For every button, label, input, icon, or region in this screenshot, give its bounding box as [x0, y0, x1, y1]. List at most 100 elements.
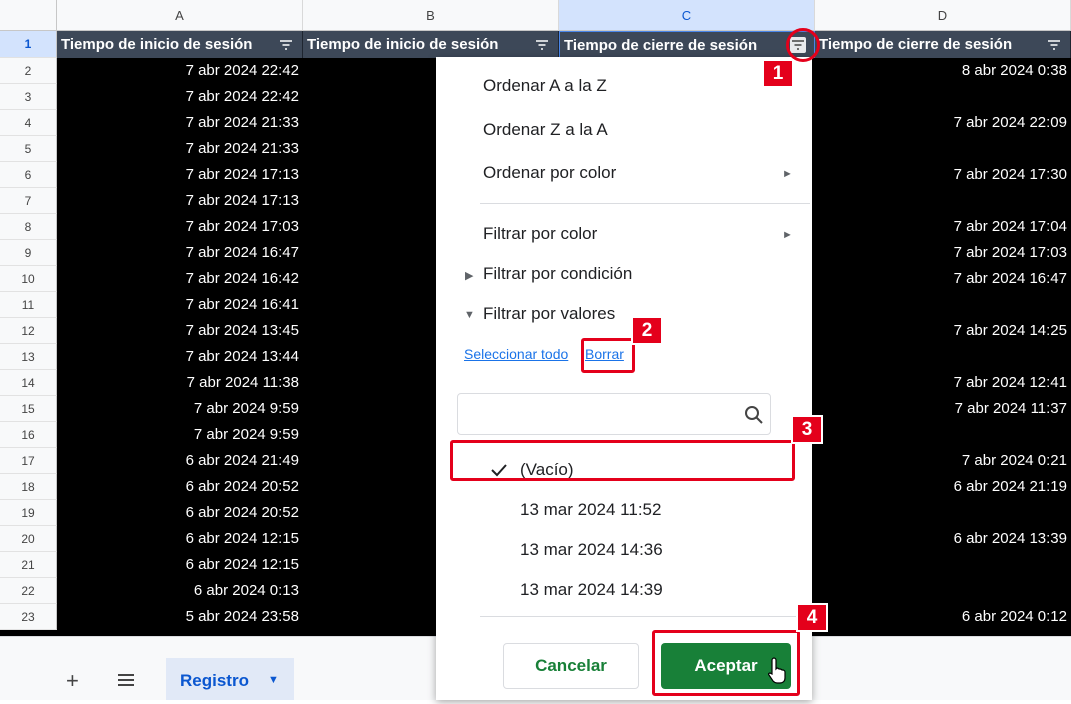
row-header[interactable]: 10: [0, 266, 57, 292]
row-header[interactable]: 6: [0, 162, 57, 188]
row-header[interactable]: 19: [0, 500, 57, 526]
row-header[interactable]: 20: [0, 526, 57, 552]
row-header[interactable]: 2: [0, 58, 57, 84]
cell-logout-time[interactable]: [815, 292, 1071, 318]
row-header[interactable]: 4: [0, 110, 57, 136]
filter-icon[interactable]: [278, 37, 294, 53]
expand-arrow-icon[interactable]: ▶: [465, 269, 473, 282]
cell-login-time[interactable]: 7 abr 2024 21:33: [57, 110, 303, 136]
caret-down-icon[interactable]: ▼: [268, 657, 279, 703]
filter-by-color-item[interactable]: Filtrar por color: [483, 224, 597, 244]
cell-login-time[interactable]: 6 abr 2024 12:15: [57, 526, 303, 552]
filter-icon[interactable]: [534, 37, 550, 53]
cell-logout-time[interactable]: [815, 422, 1071, 448]
cell-login-time[interactable]: 7 abr 2024 17:13: [57, 188, 303, 214]
cell-login-time[interactable]: 6 abr 2024 0:13: [57, 578, 303, 604]
cell-login-time[interactable]: 6 abr 2024 20:52: [57, 500, 303, 526]
filter-by-values-item[interactable]: Filtrar por valores: [483, 304, 615, 324]
cell-login-time[interactable]: 7 abr 2024 9:59: [57, 422, 303, 448]
cell-logout-time[interactable]: 7 abr 2024 22:09: [815, 110, 1071, 136]
sort-az-item[interactable]: Ordenar A a la Z: [483, 76, 607, 96]
cell-logout-time[interactable]: 6 abr 2024 21:19: [815, 474, 1071, 500]
row-header[interactable]: 22: [0, 578, 57, 604]
cell-logout-time[interactable]: 7 abr 2024 14:25: [815, 318, 1071, 344]
header-cell-c[interactable]: Tiempo de cierre de sesión: [559, 31, 815, 58]
filter-by-condition-item[interactable]: Filtrar por condición: [483, 264, 632, 284]
column-header-a[interactable]: A: [57, 0, 303, 31]
cell-logout-time[interactable]: [815, 84, 1071, 110]
sort-za-item[interactable]: Ordenar Z a la A: [483, 120, 608, 140]
cell-login-time[interactable]: 7 abr 2024 17:13: [57, 162, 303, 188]
sort-by-color-item[interactable]: Ordenar por color: [483, 163, 616, 183]
cell-logout-time[interactable]: 7 abr 2024 11:37: [815, 396, 1071, 422]
header-cell-a[interactable]: Tiempo de inicio de sesión: [57, 31, 303, 58]
cell-logout-time[interactable]: 6 abr 2024 13:39: [815, 526, 1071, 552]
cell-login-time[interactable]: 7 abr 2024 22:42: [57, 58, 303, 84]
select-all-corner[interactable]: [0, 0, 57, 31]
cell-login-time[interactable]: 6 abr 2024 21:49: [57, 448, 303, 474]
cell-login-time[interactable]: 7 abr 2024 21:33: [57, 136, 303, 162]
column-header-c[interactable]: C: [559, 0, 815, 31]
filter-value-option[interactable]: 13 mar 2024 14:36: [436, 530, 812, 570]
row-header[interactable]: 11: [0, 292, 57, 318]
add-sheet-button[interactable]: +: [66, 668, 79, 694]
cell-logout-time[interactable]: 7 abr 2024 17:30: [815, 162, 1071, 188]
annotation-box-3: [450, 440, 795, 481]
row-header[interactable]: 15: [0, 396, 57, 422]
row-header[interactable]: 13: [0, 344, 57, 370]
value-search-input[interactable]: [457, 393, 771, 435]
all-sheets-menu-icon[interactable]: [116, 672, 136, 688]
row-header[interactable]: 21: [0, 552, 57, 578]
row-header[interactable]: 18: [0, 474, 57, 500]
cell-logout-time[interactable]: [815, 136, 1071, 162]
cell-logout-time[interactable]: 6 abr 2024 0:12: [815, 604, 1071, 630]
header-cell-b[interactable]: Tiempo de inicio de sesión: [303, 31, 559, 58]
cell-login-time[interactable]: 6 abr 2024 12:15: [57, 552, 303, 578]
cell-login-time[interactable]: 7 abr 2024 16:42: [57, 266, 303, 292]
cell-login-time[interactable]: 7 abr 2024 13:44: [57, 344, 303, 370]
cell-login-time[interactable]: 7 abr 2024 13:45: [57, 318, 303, 344]
filter-value-option[interactable]: 13 mar 2024 14:39: [436, 570, 812, 610]
cell-logout-time[interactable]: 7 abr 2024 16:47: [815, 266, 1071, 292]
header-cell-d[interactable]: Tiempo de cierre de sesión: [815, 31, 1071, 58]
cell-logout-time[interactable]: [815, 500, 1071, 526]
row-header[interactable]: 7: [0, 188, 57, 214]
row-header[interactable]: 23: [0, 604, 57, 630]
cell-login-time[interactable]: 6 abr 2024 20:52: [57, 474, 303, 500]
cell-login-time[interactable]: 7 abr 2024 11:38: [57, 370, 303, 396]
cell-login-time[interactable]: 7 abr 2024 22:42: [57, 84, 303, 110]
row-header[interactable]: 17: [0, 448, 57, 474]
filter-icon[interactable]: [1046, 37, 1062, 53]
cell-logout-time[interactable]: [815, 188, 1071, 214]
row-header[interactable]: 14: [0, 370, 57, 396]
cell-login-time[interactable]: 7 abr 2024 17:03: [57, 214, 303, 240]
divider: [480, 616, 810, 617]
row-header[interactable]: 1: [0, 31, 57, 58]
filter-value-option[interactable]: 13 mar 2024 11:52: [436, 490, 812, 530]
row-header[interactable]: 9: [0, 240, 57, 266]
cell-logout-time[interactable]: [815, 552, 1071, 578]
row-header[interactable]: 8: [0, 214, 57, 240]
column-header-b[interactable]: B: [303, 0, 559, 31]
cell-logout-time[interactable]: 7 abr 2024 17:04: [815, 214, 1071, 240]
row-header[interactable]: 12: [0, 318, 57, 344]
cell-logout-time[interactable]: 7 abr 2024 12:41: [815, 370, 1071, 396]
annotation-box-4: [652, 630, 800, 696]
select-all-link[interactable]: Seleccionar todo: [464, 346, 568, 362]
column-header-d[interactable]: D: [815, 0, 1071, 31]
row-header[interactable]: 16: [0, 422, 57, 448]
cell-logout-time[interactable]: 8 abr 2024 0:38: [815, 58, 1071, 84]
row-header[interactable]: 5: [0, 136, 57, 162]
sheet-tab-registro[interactable]: Registro ▼: [166, 658, 294, 700]
cell-login-time[interactable]: 5 abr 2024 23:58: [57, 604, 303, 630]
cell-logout-time[interactable]: 7 abr 2024 0:21: [815, 448, 1071, 474]
row-header[interactable]: 3: [0, 84, 57, 110]
cell-login-time[interactable]: 7 abr 2024 16:47: [57, 240, 303, 266]
cell-login-time[interactable]: 7 abr 2024 9:59: [57, 396, 303, 422]
cell-logout-time[interactable]: 7 abr 2024 17:03: [815, 240, 1071, 266]
cancel-button[interactable]: Cancelar: [503, 643, 639, 689]
cell-logout-time[interactable]: [815, 578, 1071, 604]
cell-logout-time[interactable]: [815, 344, 1071, 370]
collapse-arrow-icon[interactable]: ▼: [464, 309, 475, 321]
cell-login-time[interactable]: 7 abr 2024 16:41: [57, 292, 303, 318]
